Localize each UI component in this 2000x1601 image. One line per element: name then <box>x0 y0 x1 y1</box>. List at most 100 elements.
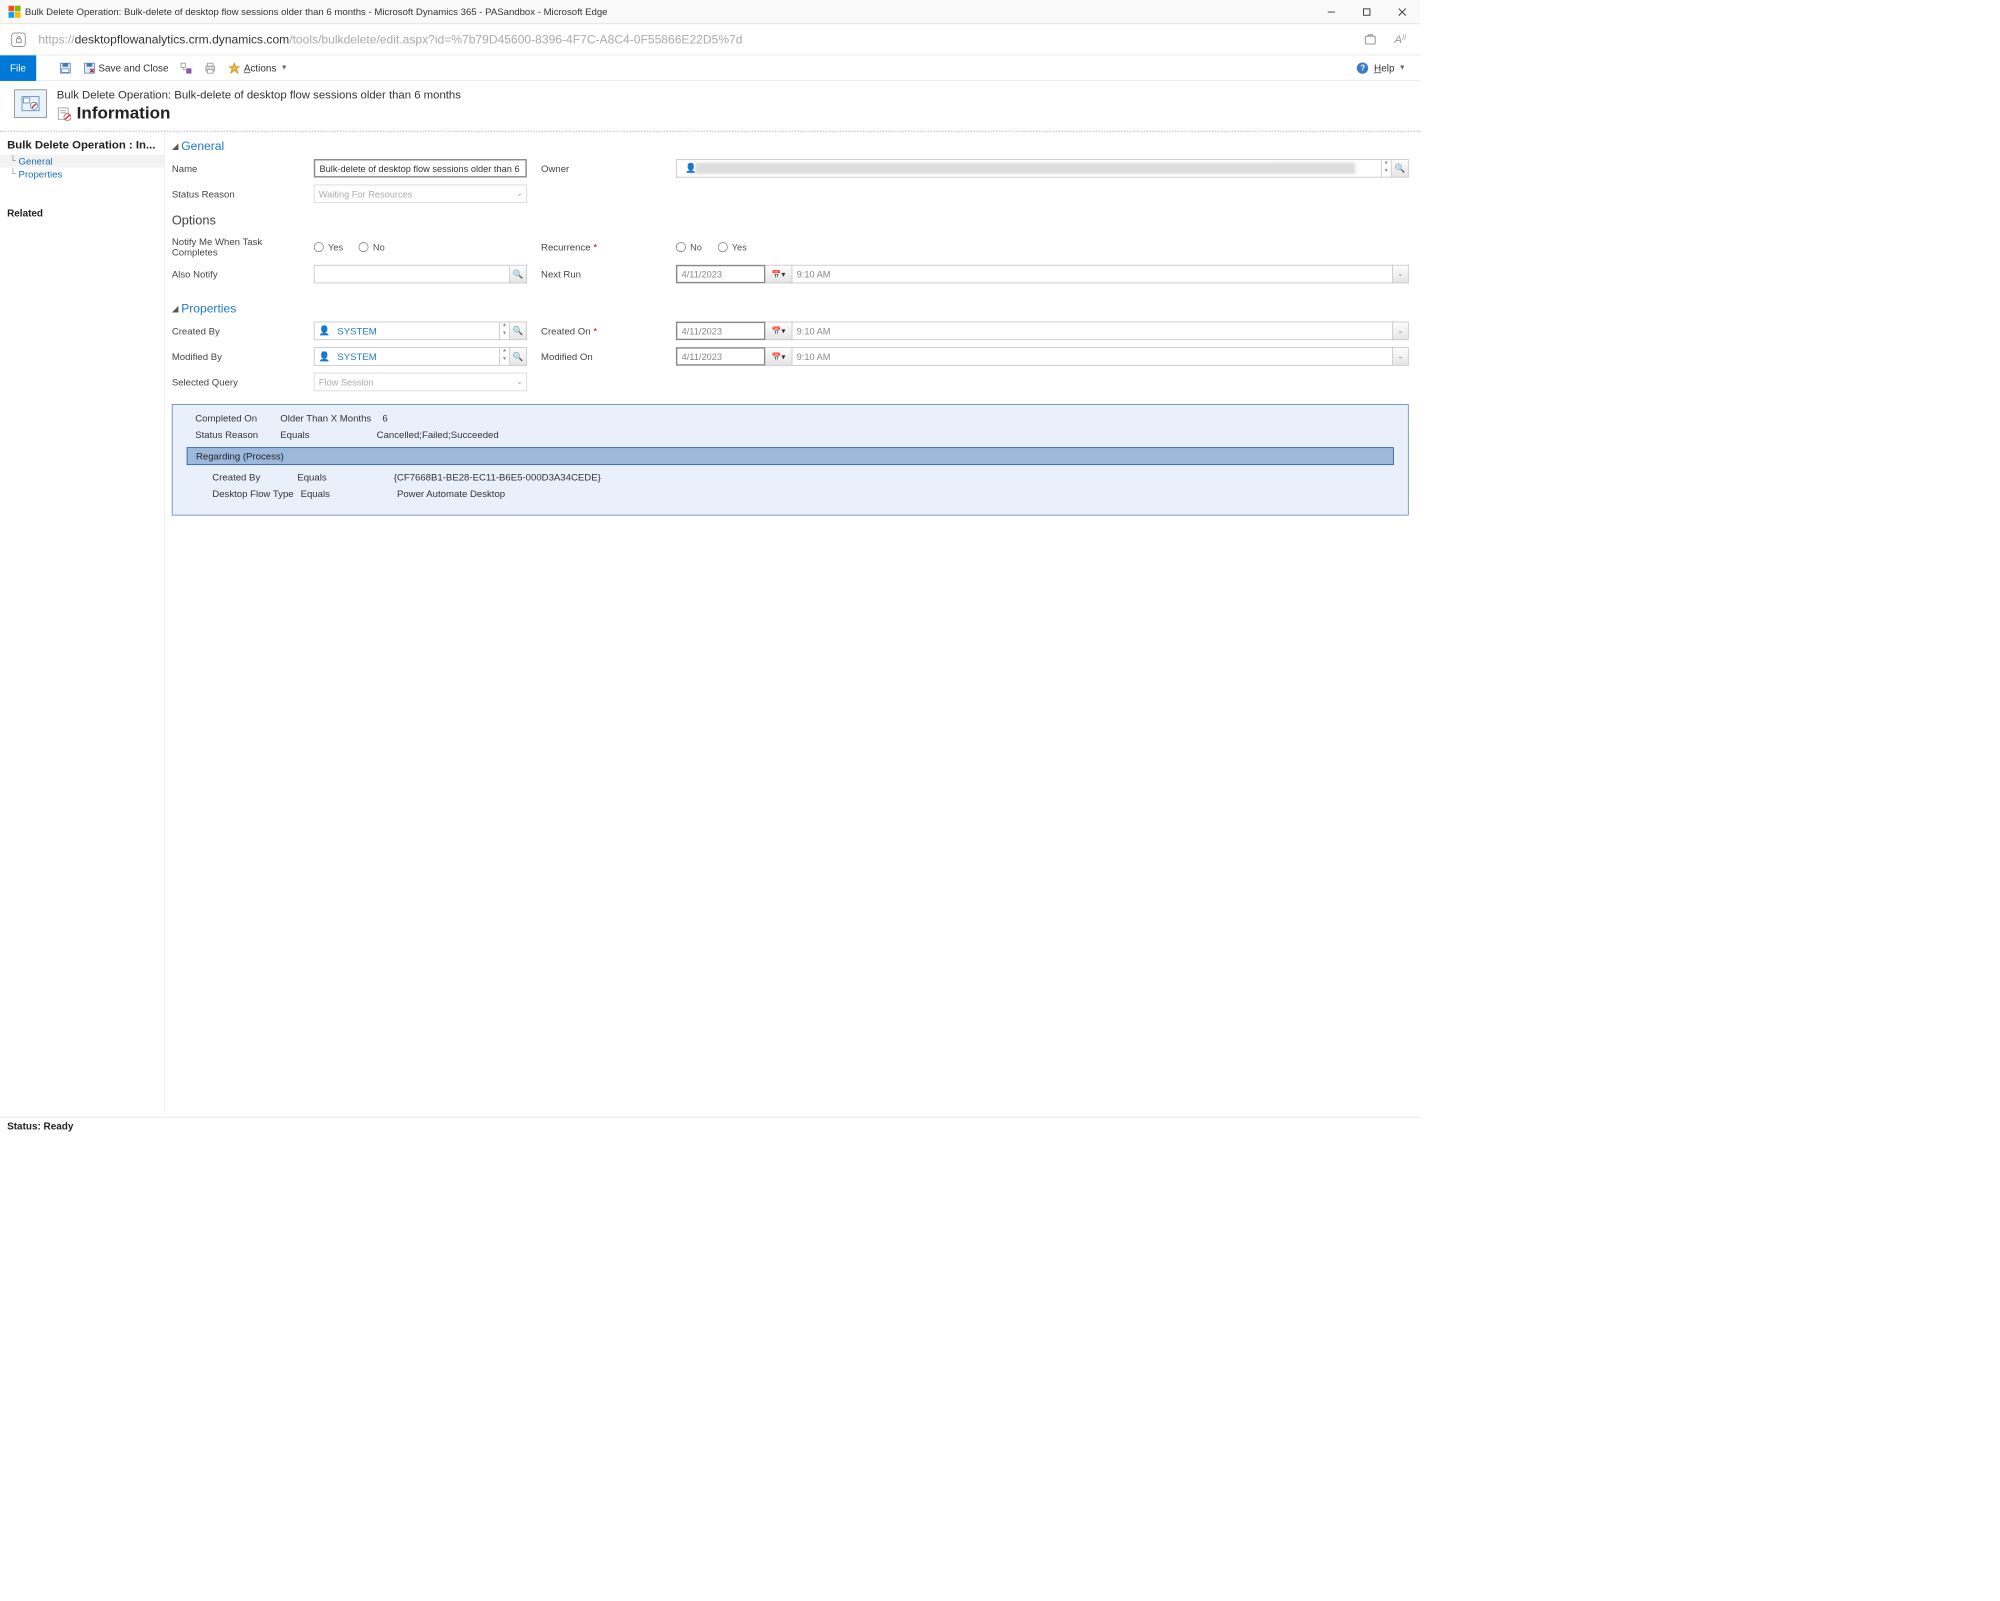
page-header: Bulk Delete Operation: Bulk-delete of de… <box>0 81 1420 132</box>
main-content: Bulk Delete Operation : In... └ General … <box>0 132 1420 1114</box>
url-path: /tools/bulkdelete/edit.aspx?id=%7b79D456… <box>289 32 742 45</box>
save-close-icon <box>83 61 96 74</box>
created-by-lookup-button[interactable]: 🔍 <box>510 322 527 340</box>
status-bar: Status: Ready <box>0 1117 1420 1137</box>
save-close-button[interactable]: Save and Close <box>77 55 174 81</box>
actions-menu-button[interactable]: Actions ▼ <box>223 55 294 81</box>
next-run-field[interactable]: 📅▾ 9:10 AM ⌄ <box>676 265 1409 283</box>
query-row[interactable]: Completed On Older Than X Months 6 <box>173 410 1408 426</box>
label-status-reason: Status Reason <box>172 189 300 200</box>
selected-query-field[interactable]: Flow Session ⌄ <box>314 373 527 391</box>
created-on-field[interactable]: 📅▾ 9:10 AM ⌄ <box>676 322 1409 340</box>
modified-on-date-input[interactable] <box>676 347 765 365</box>
label-owner: Owner <box>541 163 662 174</box>
app-icon[interactable] <box>1363 32 1377 46</box>
recurrence-yes-radio[interactable]: Yes <box>718 242 747 253</box>
section-general-header[interactable]: ◢ General <box>172 138 1409 159</box>
window-title: Bulk Delete Operation: Bulk-delete of de… <box>25 6 1314 17</box>
label-recurrence: Recurrence* <box>541 242 662 253</box>
recurrence-no-radio[interactable]: No <box>676 242 702 253</box>
site-info-button[interactable] <box>11 32 25 46</box>
time-dropdown-button[interactable]: ⌄ <box>1393 265 1409 283</box>
section-properties-header[interactable]: ◢ Properties <box>172 300 1409 321</box>
window-close-button[interactable] <box>1385 0 1421 24</box>
label-modified-on: Modified On <box>541 351 662 362</box>
label-selected-query: Selected Query <box>172 377 300 388</box>
lock-icon <box>15 36 23 44</box>
label-next-run: Next Run <box>541 269 662 280</box>
actions-icon <box>228 61 241 74</box>
query-group-header[interactable]: Regarding (Process) <box>187 447 1394 465</box>
window-maximize-button[interactable] <box>1349 0 1385 24</box>
modified-on-time[interactable]: 9:10 AM <box>792 347 1393 365</box>
workflow-icon <box>180 61 193 74</box>
url-text[interactable]: https://desktopflowanalytics.crm.dynamic… <box>38 32 1349 46</box>
url-domain: desktopflowanalytics.crm.dynamics.com <box>75 32 290 45</box>
calendar-button[interactable]: 📅▾ <box>765 265 792 283</box>
print-icon <box>204 61 217 74</box>
status-reason-field[interactable]: Waiting For Resources ⌄ <box>314 185 527 203</box>
next-run-date-input[interactable] <box>676 265 765 283</box>
subheader-options: Options <box>172 213 1409 228</box>
help-icon: ? <box>1357 62 1368 73</box>
query-row[interactable]: Created By Equals {CF7668B1-BE28-EC11-B6… <box>173 469 1408 485</box>
query-row[interactable]: Status Reason Equals Cancelled;Failed;Su… <box>173 427 1408 443</box>
owner-field[interactable]: 👤 ▲▼ 🔍 <box>676 159 1409 177</box>
sidebar-related-header: Related <box>0 207 164 218</box>
notify-yes-radio[interactable]: Yes <box>314 242 343 253</box>
status-reason-select[interactable]: Waiting For Resources <box>314 185 527 203</box>
page-title-line2: Information <box>77 104 171 124</box>
name-input[interactable] <box>314 159 527 177</box>
ms-logo-icon <box>9 6 21 18</box>
query-panel: Completed On Older Than X Months 6 Statu… <box>172 404 1409 515</box>
window-minimize-button[interactable] <box>1314 0 1350 24</box>
help-menu-button[interactable]: ? Help ▼ <box>1351 55 1420 81</box>
time-dropdown-button[interactable]: ⌄ <box>1393 347 1409 365</box>
modified-by-spinner[interactable]: ▲▼ <box>500 347 510 365</box>
chevron-down-icon: ▼ <box>1399 64 1406 72</box>
sidebar-item-properties[interactable]: └ Properties <box>10 168 164 181</box>
chevron-down-icon: ▼ <box>281 64 288 72</box>
ribbon-icon-1[interactable] <box>174 55 198 81</box>
person-icon: 👤 <box>319 351 330 362</box>
ribbon-icon-2[interactable] <box>198 55 222 81</box>
read-aloud-icon[interactable]: A)) <box>1394 32 1408 46</box>
page-title-line1: Bulk Delete Operation: Bulk-delete of de… <box>57 89 461 102</box>
close-icon <box>1398 7 1407 16</box>
modified-by-lookup-button[interactable]: 🔍 <box>510 347 527 365</box>
owner-lookup-button[interactable]: 🔍 <box>1392 159 1409 177</box>
save-icon <box>59 61 72 74</box>
calendar-button[interactable]: 📅▾ <box>765 322 792 340</box>
address-bar: https://desktopflowanalytics.crm.dynamic… <box>0 24 1420 55</box>
notify-radio-group: Yes No <box>314 242 527 253</box>
calendar-button[interactable]: 📅▾ <box>765 347 792 365</box>
save-button[interactable] <box>53 55 77 81</box>
modified-on-field[interactable]: 📅▾ 9:10 AM ⌄ <box>676 347 1409 365</box>
owner-spinner[interactable]: ▲▼ <box>1382 159 1392 177</box>
also-notify-field[interactable]: 🔍 <box>314 265 527 283</box>
created-on-time[interactable]: 9:10 AM <box>792 322 1393 340</box>
created-by-field[interactable]: 👤SYSTEM ▲▼ 🔍 <box>314 322 527 340</box>
person-icon: 👤 <box>319 325 330 336</box>
owner-value-redacted <box>695 163 1355 174</box>
modified-by-field[interactable]: 👤SYSTEM ▲▼ 🔍 <box>314 347 527 365</box>
created-on-date-input[interactable] <box>676 322 765 340</box>
name-field[interactable] <box>314 159 527 177</box>
selected-query-select[interactable]: Flow Session <box>314 373 527 391</box>
collapse-icon: ◢ <box>172 304 179 314</box>
next-run-time[interactable]: 9:10 AM <box>792 265 1393 283</box>
label-created-on: Created On* <box>541 326 662 337</box>
label-also-notify: Also Notify <box>172 269 300 280</box>
created-by-spinner[interactable]: ▲▼ <box>500 322 510 340</box>
file-menu-button[interactable]: File <box>0 55 36 81</box>
label-modified-by: Modified By <box>172 351 300 362</box>
time-dropdown-button[interactable]: ⌄ <box>1393 322 1409 340</box>
notify-no-radio[interactable]: No <box>359 242 385 253</box>
query-row[interactable]: Desktop Flow Type Equals Power Automate … <box>173 486 1408 502</box>
collapse-icon: ◢ <box>172 141 179 151</box>
sidebar-item-general[interactable]: └ General <box>0 155 164 168</box>
ribbon-toolbar: File Save and Close Actions ▼ ? Help ▼ <box>0 55 1420 81</box>
form-content: ◢ General Name Owner 👤 ▲▼ 🔍 Status Reaso… <box>165 132 1420 1114</box>
minimize-icon <box>1327 7 1336 16</box>
also-notify-lookup-button[interactable]: 🔍 <box>510 265 527 283</box>
